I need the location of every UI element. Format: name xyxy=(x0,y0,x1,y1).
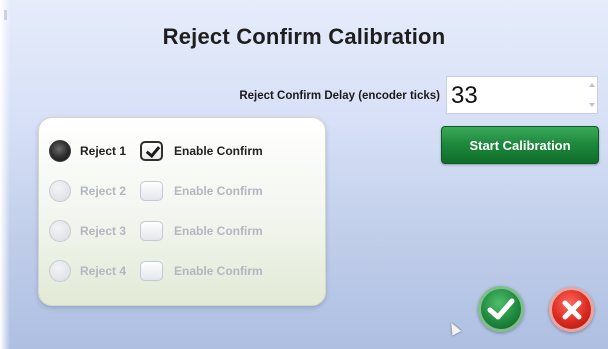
mouse-cursor-icon xyxy=(446,320,462,336)
reject-4-label: Reject 4 xyxy=(80,264,127,278)
window-corner-mark xyxy=(4,10,7,20)
reject-4-radio[interactable] xyxy=(49,260,71,282)
reject-3-radio[interactable] xyxy=(49,220,71,242)
window-left-edge xyxy=(0,0,10,349)
reject-1-radio[interactable] xyxy=(49,140,71,162)
delay-input[interactable]: 33 xyxy=(446,76,598,114)
reject-panel: Reject 1 Enable Confirm Reject 2 Enable … xyxy=(38,117,326,306)
delay-spinner[interactable] xyxy=(588,80,596,110)
reject-1-confirm-checkbox[interactable] xyxy=(140,141,163,161)
reject-1-confirm-label: Enable Confirm xyxy=(174,144,263,158)
reject-2-confirm-label: Enable Confirm xyxy=(174,184,263,198)
spin-up-icon[interactable] xyxy=(589,83,595,87)
reject-2-label: Reject 2 xyxy=(80,184,127,198)
checkmark-icon xyxy=(487,298,515,320)
cancel-button[interactable] xyxy=(549,287,594,332)
reject-row-3: Reject 3 Enable Confirm xyxy=(49,219,263,243)
reject-1-label: Reject 1 xyxy=(80,144,127,158)
close-icon xyxy=(562,300,581,319)
reject-row-4: Reject 4 Enable Confirm xyxy=(49,259,263,283)
reject-3-label: Reject 3 xyxy=(80,224,127,238)
reject-row-2: Reject 2 Enable Confirm xyxy=(49,179,263,203)
reject-4-confirm-checkbox[interactable] xyxy=(140,261,163,281)
reject-3-confirm-checkbox[interactable] xyxy=(140,221,163,241)
spin-down-icon[interactable] xyxy=(589,103,595,107)
page-title: Reject Confirm Calibration xyxy=(162,24,446,49)
reject-4-confirm-label: Enable Confirm xyxy=(174,264,263,278)
reject-2-confirm-checkbox[interactable] xyxy=(140,181,163,201)
start-calibration-button[interactable]: Start Calibration xyxy=(441,126,599,164)
ok-button[interactable] xyxy=(478,286,524,332)
reject-3-confirm-label: Enable Confirm xyxy=(174,224,263,238)
reject-2-radio[interactable] xyxy=(49,180,71,202)
reject-row-1: Reject 1 Enable Confirm xyxy=(49,139,263,163)
delay-label: Reject Confirm Delay (encoder ticks) xyxy=(239,90,440,102)
